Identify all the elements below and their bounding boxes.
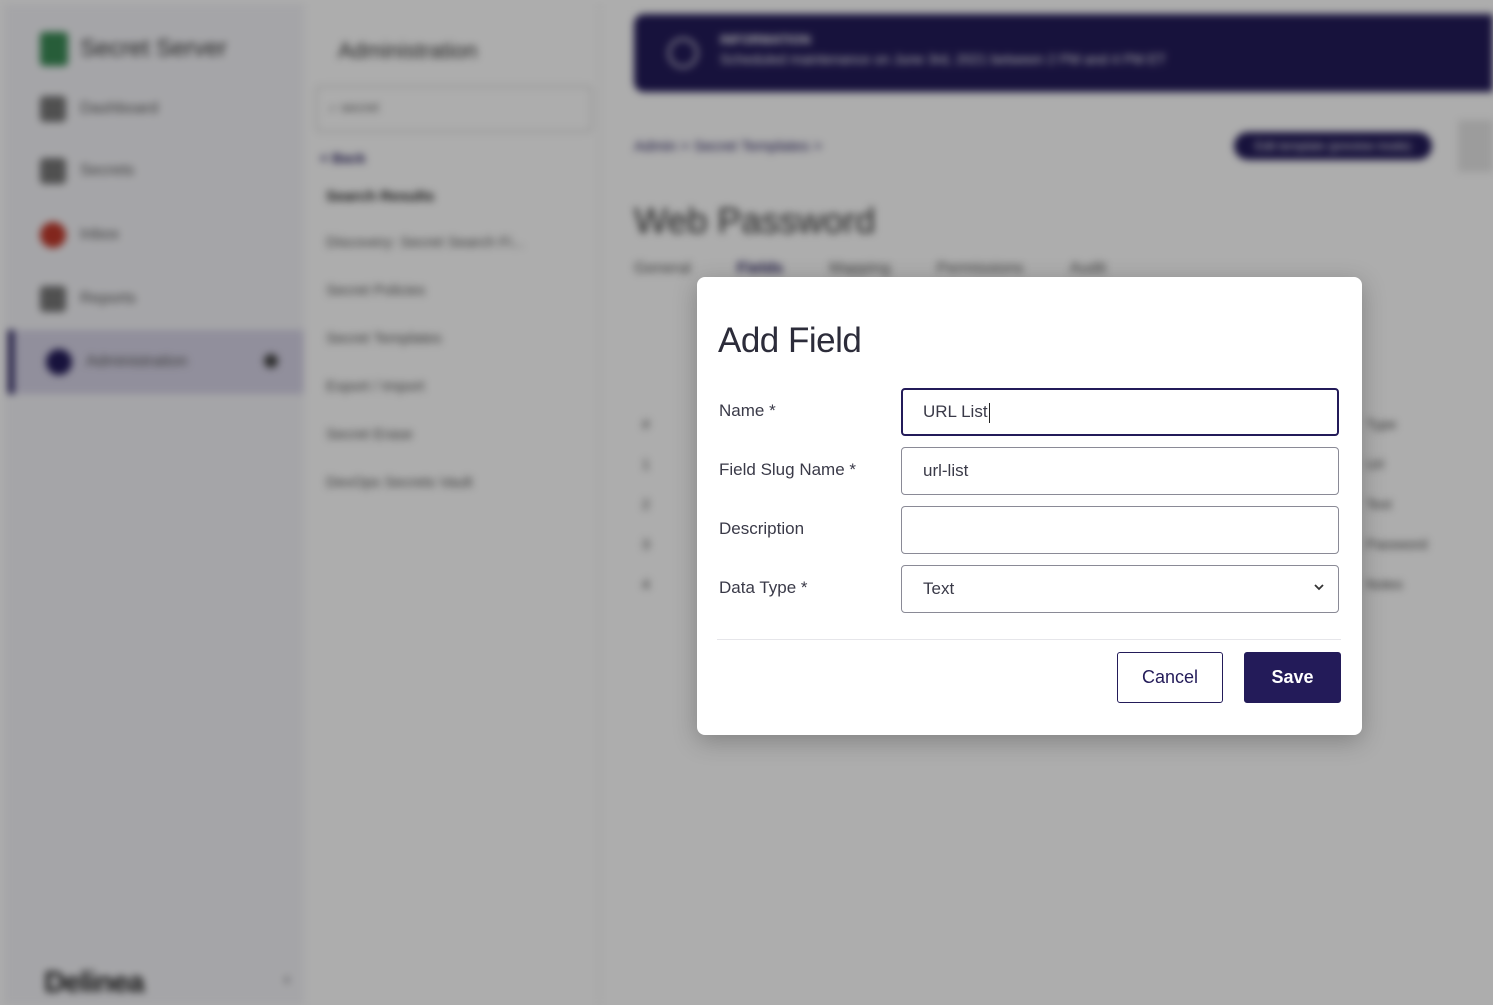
save-button[interactable]: Save <box>1244 652 1341 703</box>
description-input[interactable] <box>901 506 1339 554</box>
name-input[interactable]: URL List <box>901 388 1339 436</box>
datatype-label: Data Type * <box>719 578 808 597</box>
description-label: Description <box>719 519 805 538</box>
dialog-divider <box>717 639 1341 640</box>
data-type-select[interactable]: Text <box>901 565 1339 613</box>
dialog-title: Add Field <box>718 321 862 360</box>
slug-label: Field Slug Name * <box>719 460 857 479</box>
data-type-value: Text <box>923 579 955 598</box>
slug-input-value: url-list <box>923 461 969 480</box>
add-field-dialog: Add Field Name * URL List Field Slug Nam… <box>697 277 1362 735</box>
name-label: Name * <box>719 401 776 420</box>
cancel-button[interactable]: Cancel <box>1117 652 1223 703</box>
chevron-down-icon <box>1314 584 1324 591</box>
name-input-value: URL List <box>923 402 988 421</box>
text-cursor <box>988 402 990 423</box>
field-slug-input[interactable]: url-list <box>901 447 1339 495</box>
